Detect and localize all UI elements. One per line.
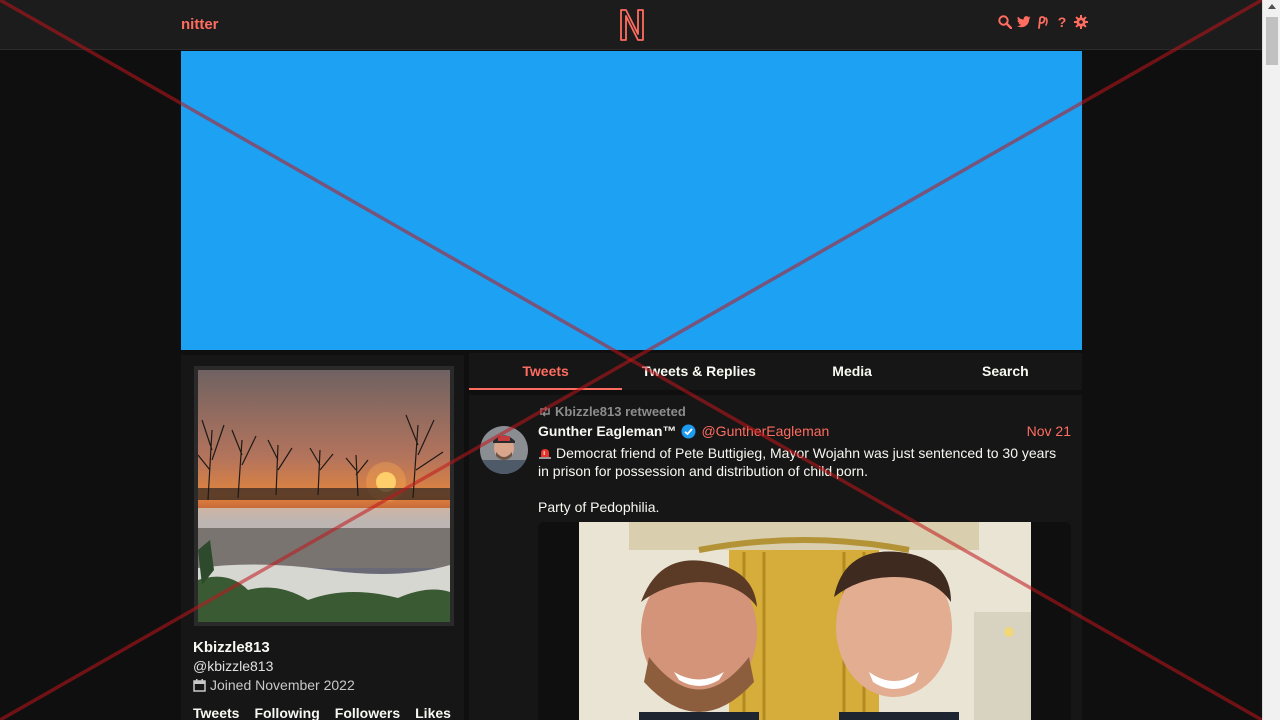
profile-username[interactable]: @kbizzle813 <box>193 658 273 674</box>
timeline-tabs: Tweets Tweets & Replies Media Search <box>469 353 1082 390</box>
tab-tweets[interactable]: Tweets <box>469 353 623 390</box>
profile-avatar[interactable] <box>194 366 454 626</box>
profile-statlist: Tweets Following Followers Likes <box>193 705 451 720</box>
stat-following[interactable]: Following <box>254 705 319 720</box>
tweet-header: Gunther Eagleman™ @GuntherEagleman Nov 2… <box>538 423 1071 439</box>
tab-search[interactable]: Search <box>929 353 1082 390</box>
gear-icon[interactable] <box>1074 15 1088 29</box>
profile-fullname[interactable]: Kbizzle813 <box>193 639 270 656</box>
retweet-header: Kbizzle813 retweeted <box>538 404 686 419</box>
joined-text: Joined November 2022 <box>210 677 355 693</box>
stat-followers[interactable]: Followers <box>335 705 400 720</box>
tweet-date[interactable]: Nov 21 <box>1027 423 1071 439</box>
tweet-content: Democrat friend of Pete Buttigieg, Mayor… <box>538 444 1068 516</box>
nav-icon-group: ? <box>998 14 1088 30</box>
tweet-image-attachment[interactable] <box>538 522 1071 720</box>
siren-emoji-icon <box>539 449 551 459</box>
profile-card: Kbizzle813 @kbizzle813 Joined November 2… <box>181 355 464 720</box>
search-icon[interactable] <box>998 15 1012 29</box>
scroll-thumb[interactable] <box>1266 17 1278 65</box>
profile-banner[interactable] <box>181 51 1082 350</box>
profile-joindate: Joined November 2022 <box>193 677 355 693</box>
sunset-photo <box>198 370 450 622</box>
tweet-text: Democrat friend of Pete Buttigieg, Mayor… <box>538 445 1057 515</box>
stat-tweets[interactable]: Tweets <box>193 705 239 720</box>
twitter-bird-icon[interactable] <box>1017 15 1031 29</box>
tab-tweets-replies[interactable]: Tweets & Replies <box>622 353 775 390</box>
tab-media[interactable]: Media <box>776 353 929 390</box>
stat-likes[interactable]: Likes <box>415 705 451 720</box>
nitter-logo-icon[interactable] <box>618 8 646 42</box>
verified-icon <box>681 424 696 438</box>
retweet-icon <box>540 406 550 417</box>
top-navbar: nitter ? <box>0 0 1262 50</box>
timeline-item[interactable]: Kbizzle813 retweeted Gunther Eagleman™ @… <box>469 395 1082 720</box>
retweet-text: Kbizzle813 retweeted <box>555 404 686 419</box>
help-icon[interactable]: ? <box>1055 14 1069 30</box>
page-scrollbar[interactable] <box>1262 0 1280 720</box>
tweet-fullname[interactable]: Gunther Eagleman™ <box>538 423 676 439</box>
nitter-home-link[interactable]: nitter <box>181 16 219 33</box>
tweet-username[interactable]: @GuntherEagleman <box>701 423 829 439</box>
scroll-up-arrow-icon[interactable] <box>1268 4 1276 9</box>
tweet-photo <box>579 522 1031 720</box>
tweet-avatar[interactable] <box>480 426 528 474</box>
calendar-icon <box>193 678 206 692</box>
rss-icon[interactable] <box>1036 15 1050 29</box>
